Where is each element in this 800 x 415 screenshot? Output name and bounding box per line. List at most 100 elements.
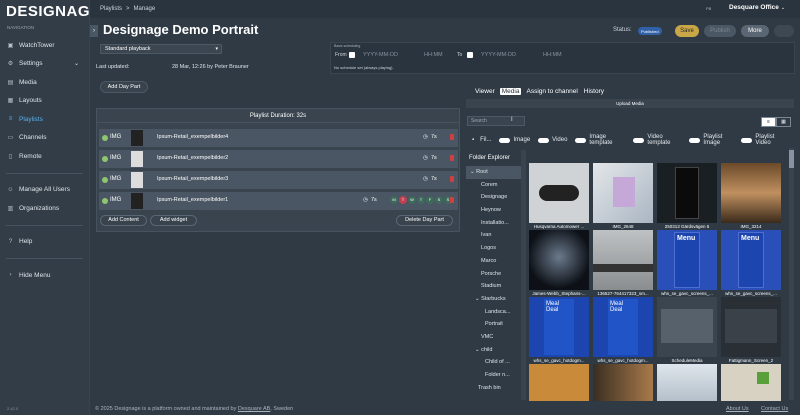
media-tile[interactable]: IMG_3214 <box>721 163 781 229</box>
folder-item[interactable]: Installatio... <box>466 217 521 230</box>
sidebar-item-remote[interactable]: ▯ Remote <box>0 147 89 166</box>
list-view-icon[interactable]: ≡ <box>761 117 776 127</box>
contact-us-link[interactable]: Contact Us <box>761 403 788 415</box>
sidebar-item-channels[interactable]: ▭ Channels <box>0 129 89 148</box>
video-template-toggle[interactable] <box>633 137 645 143</box>
media-tile[interactable]: ScheduleMedia <box>657 297 717 363</box>
day-toggle[interactable]: W <box>408 196 416 204</box>
filter-label: Playlist Image <box>703 134 723 146</box>
office-selector[interactable]: Desquare Office ⌄ <box>729 4 785 11</box>
day-toggle[interactable]: F <box>426 196 434 204</box>
to-checkbox[interactable] <box>467 52 473 58</box>
folder-item[interactable]: Landsca... <box>466 306 521 319</box>
day-toggle[interactable]: T <box>399 196 407 204</box>
delete-day-part-button[interactable]: Delete Day Part <box>396 215 453 226</box>
media-tile[interactable]: IMG_2648 <box>593 163 653 229</box>
sidebar-item-hide-menu[interactable]: › Hide Menu <box>0 266 89 285</box>
company-link[interactable]: Desquare AB <box>238 406 270 412</box>
media-tile[interactable]: 250313 Gärdsvägen 6 <box>657 163 717 229</box>
tab-viewer[interactable]: Viewer <box>474 88 496 95</box>
breadcrumb-playlists[interactable]: Playlists <box>100 6 122 12</box>
media-tile[interactable]: Meal Deal whs_se_gavc_hotdogm... <box>593 297 653 363</box>
day-toggle[interactable]: T <box>417 196 425 204</box>
sidebar-item-help[interactable]: ? Help <box>0 233 89 252</box>
sidebar-item-watchtower[interactable]: ▣ WatchTower <box>0 36 89 55</box>
media-tile[interactable] <box>721 364 781 401</box>
about-us-link[interactable]: About Us <box>726 403 749 415</box>
trash-icon[interactable] <box>450 155 454 161</box>
sidebar-item-playlists[interactable]: ≡ Playlists <box>0 110 89 129</box>
add-content-button[interactable]: Add Content <box>100 215 147 226</box>
folder-item[interactable]: Folder n... <box>466 369 521 382</box>
tab-history[interactable]: History <box>583 88 605 95</box>
media-tile[interactable]: Meal Deal whs_se_gavc_hotdogm... <box>529 297 589 363</box>
media-tile[interactable] <box>529 364 589 401</box>
folder-item[interactable]: Heynow <box>466 204 521 217</box>
folder-item[interactable]: Designage <box>466 191 521 204</box>
tab-media[interactable]: Media <box>499 88 522 95</box>
back-button[interactable]: › <box>90 25 98 37</box>
folder-item[interactable]: Child of ... <box>466 356 521 369</box>
folder-scrollbar[interactable] <box>521 150 526 400</box>
folder-item[interactable]: Marco <box>466 255 521 268</box>
media-tile[interactable] <box>657 364 717 401</box>
folder-item[interactable]: Porsche <box>466 268 521 281</box>
media-tile[interactable]: Husqvarna Automower ... <box>529 163 589 229</box>
day-part-panel: Playlist Duration: 32s IMG Ipsum-Retail_… <box>96 108 460 232</box>
playlist-video-toggle[interactable] <box>741 137 753 143</box>
sidebar-item-layouts[interactable]: ▦ Layouts <box>0 92 89 111</box>
add-widget-button[interactable]: Add widget <box>150 215 197 226</box>
image-template-toggle[interactable] <box>575 137 587 143</box>
folder-item[interactable]: ⌄ child <box>466 344 521 357</box>
video-toggle[interactable] <box>538 137 550 143</box>
to-date-input[interactable]: YYYY-MM-DD <box>481 52 516 58</box>
sidebar-item-manage-users[interactable]: ☺ Manage All Users <box>0 181 89 200</box>
media-tile[interactable]: 136527-764417323_sm... <box>593 230 653 296</box>
content-row[interactable]: IMG Ipsum-Retail_exempelbilder2 ◷ 7s <box>99 150 458 168</box>
folder-item[interactable]: Stadium <box>466 280 521 293</box>
media-tile[interactable]: James-Webb_Stephans-... <box>529 230 589 296</box>
day-toggle[interactable]: M <box>390 196 398 204</box>
from-time-input[interactable]: HH:MM <box>424 52 443 58</box>
add-day-part-button[interactable]: Add Day Part <box>100 81 148 93</box>
sidebar-item-media[interactable]: ▤ Media <box>0 73 89 92</box>
folder-item[interactable]: ⌄ Starbucks <box>466 293 521 306</box>
tab-assign-channel[interactable]: Assign to channel <box>525 88 578 95</box>
grid-view-icon[interactable]: ▦ <box>776 117 791 127</box>
folder-item[interactable]: Corem <box>466 179 521 192</box>
day-toggle[interactable]: S <box>435 196 443 204</box>
image-toggle[interactable] <box>499 137 511 143</box>
options-button[interactable] <box>774 25 794 37</box>
publish-button[interactable]: Publish <box>704 25 736 37</box>
folder-item[interactable]: ⌄ Root <box>466 166 521 179</box>
more-button[interactable]: More <box>741 25 769 37</box>
sidebar-item-organizations[interactable]: ▥ Organizations <box>0 199 89 218</box>
sidebar-item-settings[interactable]: ⚙ Settings ⌄ <box>0 55 89 74</box>
folder-item[interactable]: Trash bin <box>466 382 521 395</box>
media-tile[interactable] <box>593 364 653 401</box>
content-row[interactable]: IMG Ipsum-Retail_exempelbilder3 ◷ 7s <box>99 171 458 189</box>
upload-media-button[interactable]: Upload Media <box>466 99 794 108</box>
sidebar-item-label: Settings <box>19 60 43 68</box>
content-row[interactable]: IMG Ipsum-Retail_exempelbilder1 ◷ 7s M T… <box>99 192 458 210</box>
folder-item[interactable]: Logos <box>466 242 521 255</box>
playback-select[interactable]: Standard playback ▾ <box>100 44 222 54</box>
search-input[interactable]: Search <box>467 116 525 126</box>
from-date-input[interactable]: YYYY-MM-DD <box>363 52 398 58</box>
media-scrollbar[interactable] <box>789 148 794 400</box>
media-thumbnail <box>529 364 589 401</box>
playlist-image-toggle[interactable] <box>689 137 701 143</box>
from-checkbox[interactable] <box>349 52 355 58</box>
trash-icon[interactable] <box>450 176 454 182</box>
trash-icon[interactable] <box>450 134 454 140</box>
folder-item[interactable]: Portrait <box>466 318 521 331</box>
media-tile[interactable]: Fattigmann_Screen_2 <box>721 297 781 363</box>
folder-item[interactable]: Ivan <box>466 229 521 242</box>
folder-item[interactable]: VMC <box>466 331 521 344</box>
trash-icon[interactable] <box>450 197 454 203</box>
media-tile[interactable]: Menu whs_se_gavc_screens_... <box>721 230 781 296</box>
save-button[interactable]: Save <box>675 25 699 37</box>
to-time-input[interactable]: HH:MM <box>543 52 562 58</box>
content-row[interactable]: IMG Ipsum-Retail_exempelbilder4 ◷ 7s <box>99 129 458 147</box>
media-tile[interactable]: Menu whs_se_gavc_screens_... <box>657 230 717 296</box>
